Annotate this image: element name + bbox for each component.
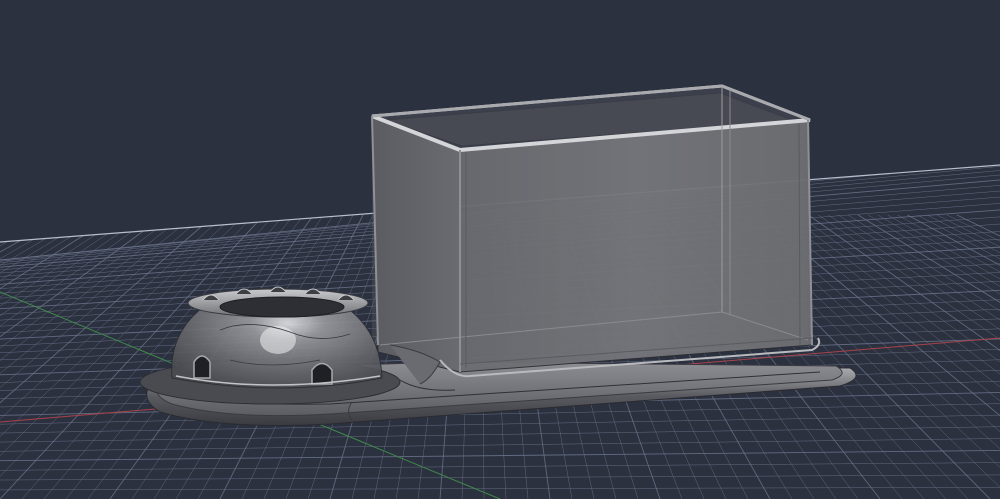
- grid-line-v: [0, 214, 17, 224]
- cad-3d-viewport[interactable]: [0, 0, 1000, 499]
- grid-line-v: [907, 214, 1000, 266]
- viewport-canvas[interactable]: [0, 0, 1000, 499]
- grid-line-v: [867, 214, 1000, 295]
- box-enclosure[interactable]: [371, 84, 821, 385]
- grid-line-v: [778, 214, 1000, 388]
- grid-line-v: [946, 214, 1000, 242]
- grid-line-h: [0, 462, 1000, 471]
- grid-line-v: [887, 214, 1000, 280]
- grid-line-v: [937, 214, 1000, 248]
- grid-line-v: [0, 214, 37, 235]
- grid-line-v: [0, 214, 7, 219]
- grid-line-h: [0, 426, 1000, 443]
- grid-line-v: [897, 214, 1000, 273]
- grid-line-h: [0, 438, 1000, 452]
- grid-line-h: [0, 474, 1000, 481]
- grid-line-h: [0, 414, 1000, 434]
- grid-line-v: [838, 214, 1000, 321]
- dome-holder[interactable]: [139, 286, 401, 405]
- grid-line-h: [0, 450, 1000, 462]
